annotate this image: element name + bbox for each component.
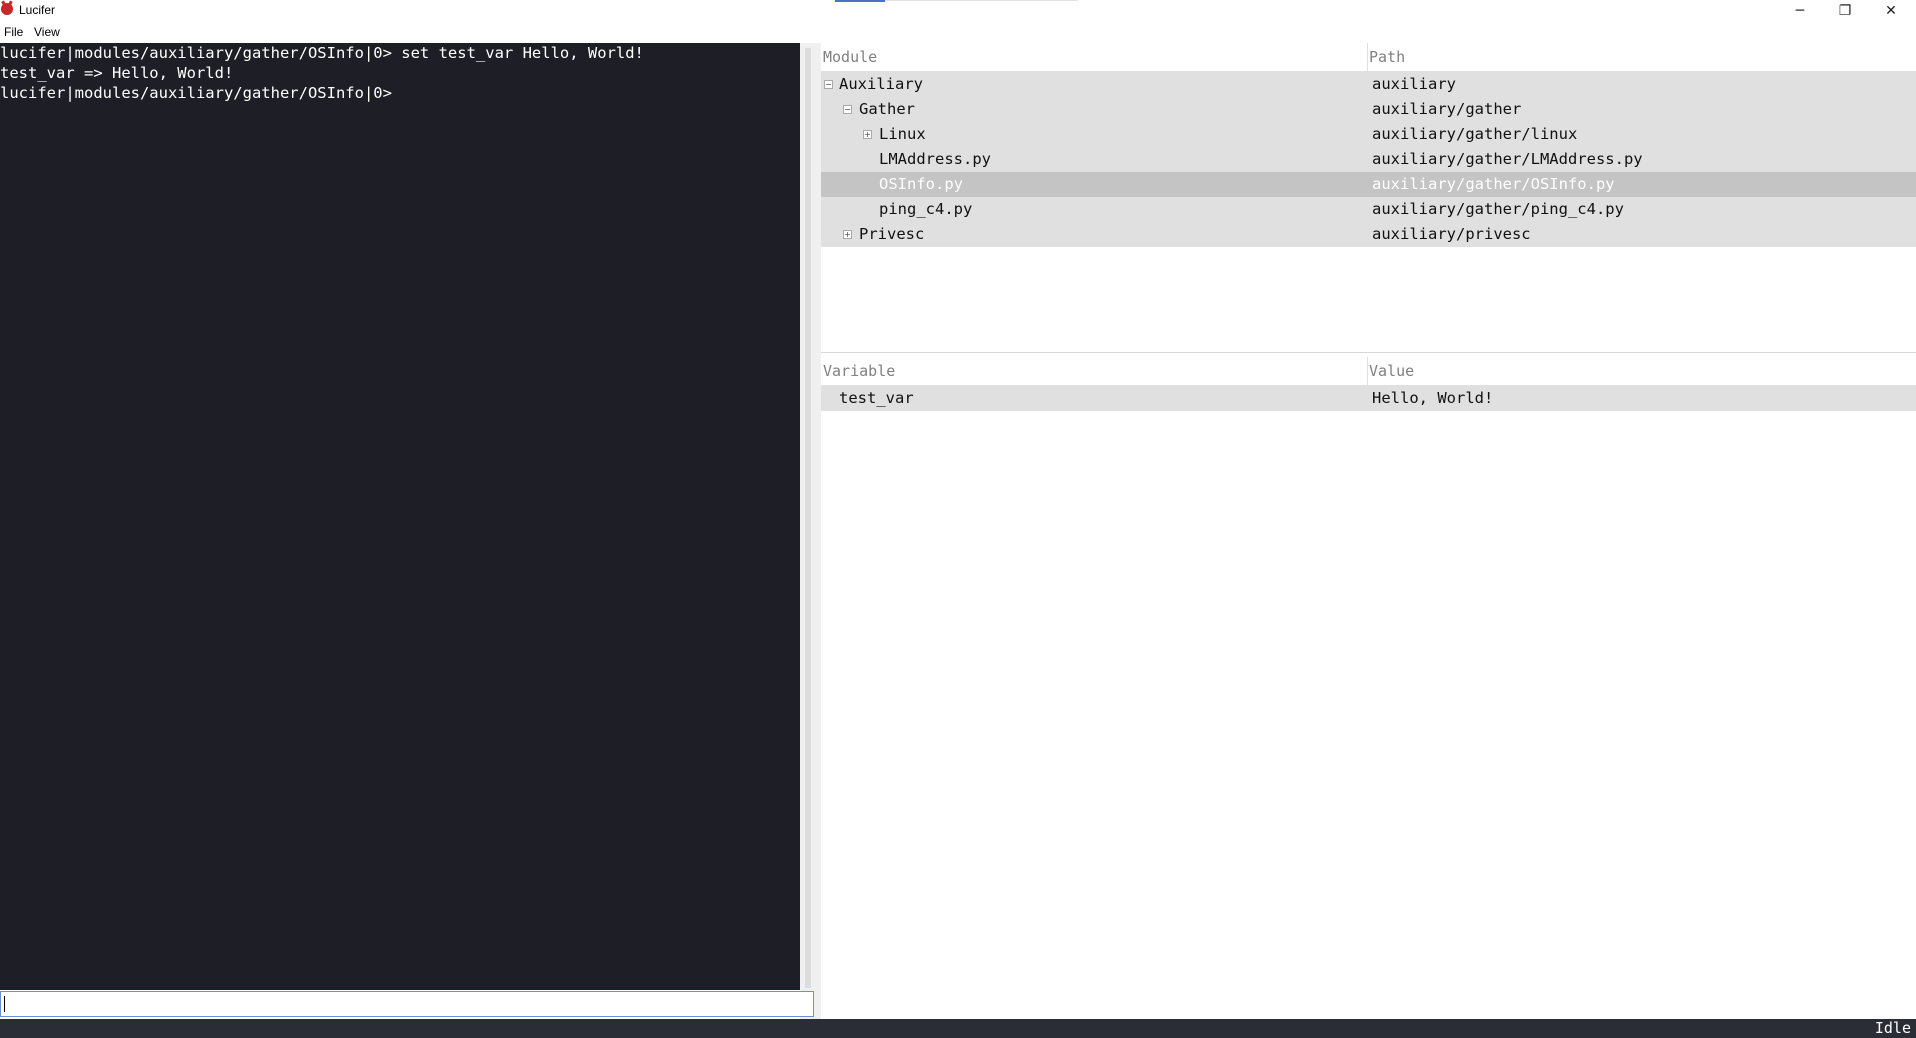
status-text: Idle: [1874, 1019, 1911, 1037]
tree-row-privesc[interactable]: + Privesc auxiliary/privesc: [821, 222, 1916, 247]
module-path: auxiliary/gather/OSInfo.py: [1372, 175, 1615, 193]
menu-bar: File View: [0, 22, 1916, 42]
title-bar-divider: [885, 0, 1078, 1]
module-path: auxiliary/gather: [1372, 100, 1522, 118]
tree-row-lmaddress[interactable]: LMAddress.py auxiliary/gather/LMAddress.…: [821, 147, 1916, 172]
collapse-icon[interactable]: −: [824, 80, 833, 89]
command-input[interactable]: [0, 991, 814, 1017]
splitter-handle[interactable]: [805, 48, 811, 988]
tree-row-auxiliary[interactable]: − Auxiliary auxiliary: [821, 72, 1916, 97]
minimize-button[interactable]: ─: [1777, 0, 1823, 22]
window-title: Lucifer: [19, 3, 56, 17]
module-name: Linux: [879, 125, 926, 143]
module-path: auxiliary/gather/LMAddress.py: [1372, 150, 1643, 168]
terminal-output[interactable]: lucifer|modules/auxiliary/gather/OSInfo|…: [0, 43, 800, 990]
terminal-line: test_var => Hello, World!: [0, 64, 234, 82]
text-caret: [4, 996, 5, 1012]
expand-icon[interactable]: +: [863, 130, 872, 139]
title-bar-accent: [835, 0, 885, 2]
variable-name: test_var: [839, 389, 914, 407]
restore-button[interactable]: ❐: [1822, 0, 1868, 22]
status-bar: Idle: [0, 1019, 1916, 1038]
module-name: Privesc: [859, 225, 925, 243]
module-path: auxiliary/privesc: [1372, 225, 1531, 243]
tree-row-ping-c4[interactable]: ping_c4.py auxiliary/gather/ping_c4.py: [821, 197, 1916, 222]
module-name: ping_c4.py: [879, 200, 973, 218]
module-path: auxiliary/gather/linux: [1372, 125, 1578, 143]
expand-icon[interactable]: +: [843, 230, 852, 239]
module-name: Gather: [859, 100, 915, 118]
column-header-value[interactable]: Value: [1369, 357, 1414, 385]
tree-row-osinfo-selected[interactable]: OSInfo.py auxiliary/gather/OSInfo.py: [821, 172, 1916, 197]
module-name: Auxiliary: [839, 75, 923, 93]
terminal-line: lucifer|modules/auxiliary/gather/OSInfo|…: [0, 44, 644, 62]
tree-row-linux[interactable]: + Linux auxiliary/gather/linux: [821, 122, 1916, 147]
module-name: OSInfo.py: [879, 175, 963, 193]
module-tree[interactable]: Module Path − Auxiliary auxiliary − Gath…: [821, 43, 1916, 353]
module-path: auxiliary/gather/ping_c4.py: [1372, 200, 1624, 218]
terminal-line: lucifer|modules/auxiliary/gather/OSInfo|…: [0, 84, 392, 102]
menu-file[interactable]: File: [4, 25, 23, 39]
tree-row-gather[interactable]: − Gather auxiliary/gather: [821, 97, 1916, 122]
title-bar: Lucifer ─ ❐ ✕: [0, 0, 1916, 22]
module-name: LMAddress.py: [879, 150, 991, 168]
module-path: auxiliary: [1372, 75, 1456, 93]
column-separator[interactable]: [1367, 357, 1368, 385]
column-header-path[interactable]: Path: [1369, 43, 1405, 71]
column-separator[interactable]: [1367, 43, 1368, 71]
column-header-module[interactable]: Module: [823, 43, 877, 71]
lucifer-devil-icon: [1, 3, 13, 15]
variable-row[interactable]: test_var Hello, World!: [821, 386, 1916, 411]
collapse-icon[interactable]: −: [843, 105, 852, 114]
variable-value: Hello, World!: [1372, 389, 1494, 407]
menu-view[interactable]: View: [34, 25, 60, 39]
close-button[interactable]: ✕: [1868, 0, 1914, 22]
variables-table[interactable]: Variable Value test_var Hello, World!: [821, 357, 1916, 1019]
column-header-variable[interactable]: Variable: [823, 357, 895, 385]
